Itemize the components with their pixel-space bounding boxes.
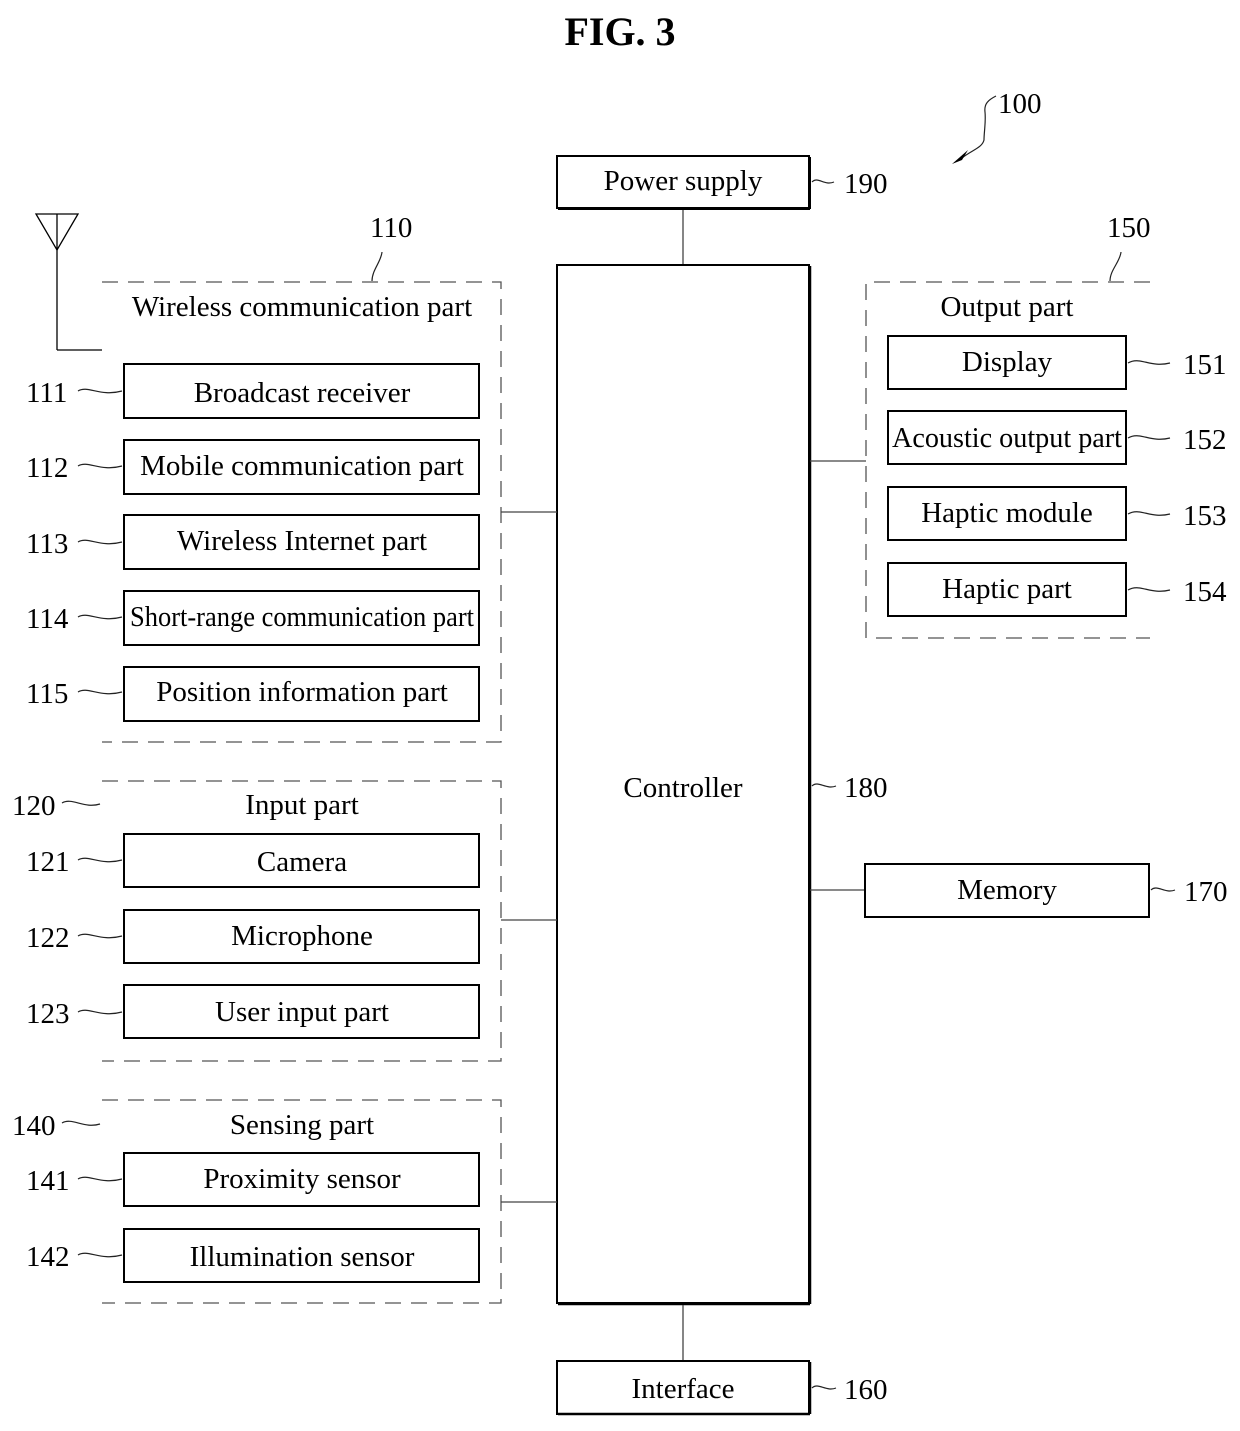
position-information-label: Position information part xyxy=(156,676,448,708)
input-group-label: Input part xyxy=(245,789,359,821)
output-group-leader xyxy=(1109,251,1122,282)
mobile-communication-label: Mobile communication part xyxy=(140,450,464,482)
wireless-group-leader xyxy=(371,251,383,282)
memory-label: Memory xyxy=(957,874,1057,906)
input-item-user-input[interactable]: User input part xyxy=(123,984,480,1039)
haptic-part-ref: 154 xyxy=(1183,576,1227,608)
power-supply-ref: 190 xyxy=(844,168,888,200)
proximity-sensor-ref: 141 xyxy=(26,1165,70,1197)
illumination-sensor-leader xyxy=(77,1252,123,1258)
acoustic-output-ref: 152 xyxy=(1183,424,1227,456)
wireless-item-broadcast[interactable]: Broadcast receiver xyxy=(123,363,480,419)
short-range-ref: 114 xyxy=(26,603,69,635)
mobile-communication-ref: 112 xyxy=(26,452,68,484)
interface-label: Interface xyxy=(631,1373,734,1405)
output-item-display[interactable]: Display xyxy=(887,335,1127,390)
device-ref-number: 100 xyxy=(998,88,1042,120)
illumination-sensor-label: Illumination sensor xyxy=(190,1241,415,1273)
display-leader xyxy=(1127,360,1171,365)
proximity-sensor-label: Proximity sensor xyxy=(203,1163,401,1195)
user-input-label: User input part xyxy=(215,996,389,1028)
block-diagram: FIG. 3 100 Power supply 190 Controller 1… xyxy=(12,9,1228,1416)
acoustic-output-label: Acoustic output part xyxy=(892,422,1122,454)
input-group-ref: 120 xyxy=(12,790,56,822)
proximity-sensor-leader xyxy=(77,1176,123,1182)
input-group-leader xyxy=(61,800,101,806)
input-item-microphone[interactable]: Microphone xyxy=(123,909,480,964)
wireless-group-ref: 110 xyxy=(370,212,412,244)
camera-label: Camera xyxy=(257,846,347,878)
memory-block[interactable]: Memory xyxy=(864,863,1150,918)
microphone-label: Microphone xyxy=(231,920,373,952)
device-reference: 100 xyxy=(952,88,1042,164)
device-leader-line xyxy=(961,95,997,159)
power-supply-block[interactable]: Power supply xyxy=(556,155,811,210)
controller-ref: 180 xyxy=(844,772,888,804)
haptic-part-label: Haptic part xyxy=(942,573,1072,605)
controller-leader xyxy=(811,783,837,788)
interface-leader xyxy=(811,1385,837,1390)
wireless-internet-ref: 113 xyxy=(26,528,68,560)
acoustic-output-leader xyxy=(1127,435,1171,440)
memory-ref: 170 xyxy=(1184,876,1228,908)
sensing-group-leader xyxy=(61,1120,101,1126)
camera-ref: 121 xyxy=(26,846,70,878)
input-item-camera[interactable]: Camera xyxy=(123,833,480,888)
memory-leader xyxy=(1150,887,1176,892)
output-item-haptic-part[interactable]: Haptic part xyxy=(887,562,1127,617)
wireless-internet-leader xyxy=(77,539,123,545)
power-supply-label: Power supply xyxy=(604,165,763,197)
wireless-item-position[interactable]: Position information part xyxy=(123,666,480,722)
wireless-group-label: Wireless communication part xyxy=(132,291,472,323)
camera-leader xyxy=(77,857,123,863)
output-item-acoustic[interactable]: Acoustic output part xyxy=(887,410,1127,465)
figure-title: FIG. 3 xyxy=(564,9,675,54)
broadcast-leader xyxy=(77,388,123,394)
wireless-item-internet[interactable]: Wireless Internet part xyxy=(123,514,480,570)
output-group-label: Output part xyxy=(941,291,1074,323)
position-information-leader xyxy=(77,689,123,695)
haptic-module-ref: 153 xyxy=(1183,500,1227,532)
short-range-leader xyxy=(77,614,123,620)
wireless-item-mobile[interactable]: Mobile communication part xyxy=(123,439,480,495)
interface-block[interactable]: Interface xyxy=(556,1360,812,1416)
haptic-module-leader xyxy=(1127,511,1171,516)
power-supply-leader xyxy=(811,179,835,184)
output-item-haptic-module[interactable]: Haptic module xyxy=(887,486,1127,541)
microphone-ref: 122 xyxy=(26,922,70,954)
display-label: Display xyxy=(962,346,1053,378)
wireless-item-short-range[interactable]: Short-range communication part xyxy=(123,590,480,646)
broadcast-label: Broadcast receiver xyxy=(194,377,411,409)
user-input-ref: 123 xyxy=(26,998,70,1030)
output-group-ref: 150 xyxy=(1107,212,1151,244)
mobile-communication-leader xyxy=(77,463,123,469)
illumination-sensor-ref: 142 xyxy=(26,1241,70,1273)
broadcast-ref: 111 xyxy=(26,377,67,409)
haptic-module-label: Haptic module xyxy=(921,497,1093,529)
arrowhead-icon xyxy=(952,150,968,164)
position-information-ref: 115 xyxy=(26,678,68,710)
sensing-item-proximity[interactable]: Proximity sensor xyxy=(123,1152,480,1207)
wireless-internet-label: Wireless Internet part xyxy=(177,525,427,557)
controller-label: Controller xyxy=(623,772,743,804)
sensing-group-label: Sensing part xyxy=(230,1109,374,1141)
microphone-leader xyxy=(77,933,123,939)
short-range-label: Short-range communication part xyxy=(130,601,474,633)
antenna-icon xyxy=(34,213,102,351)
user-input-leader xyxy=(77,1009,123,1015)
display-ref: 151 xyxy=(1183,349,1227,381)
interface-ref: 160 xyxy=(844,1374,888,1406)
sensing-group-ref: 140 xyxy=(12,1110,56,1142)
haptic-part-leader xyxy=(1127,587,1171,592)
sensing-item-illumination[interactable]: Illumination sensor xyxy=(123,1228,480,1283)
controller-block[interactable]: Controller xyxy=(556,264,812,1306)
